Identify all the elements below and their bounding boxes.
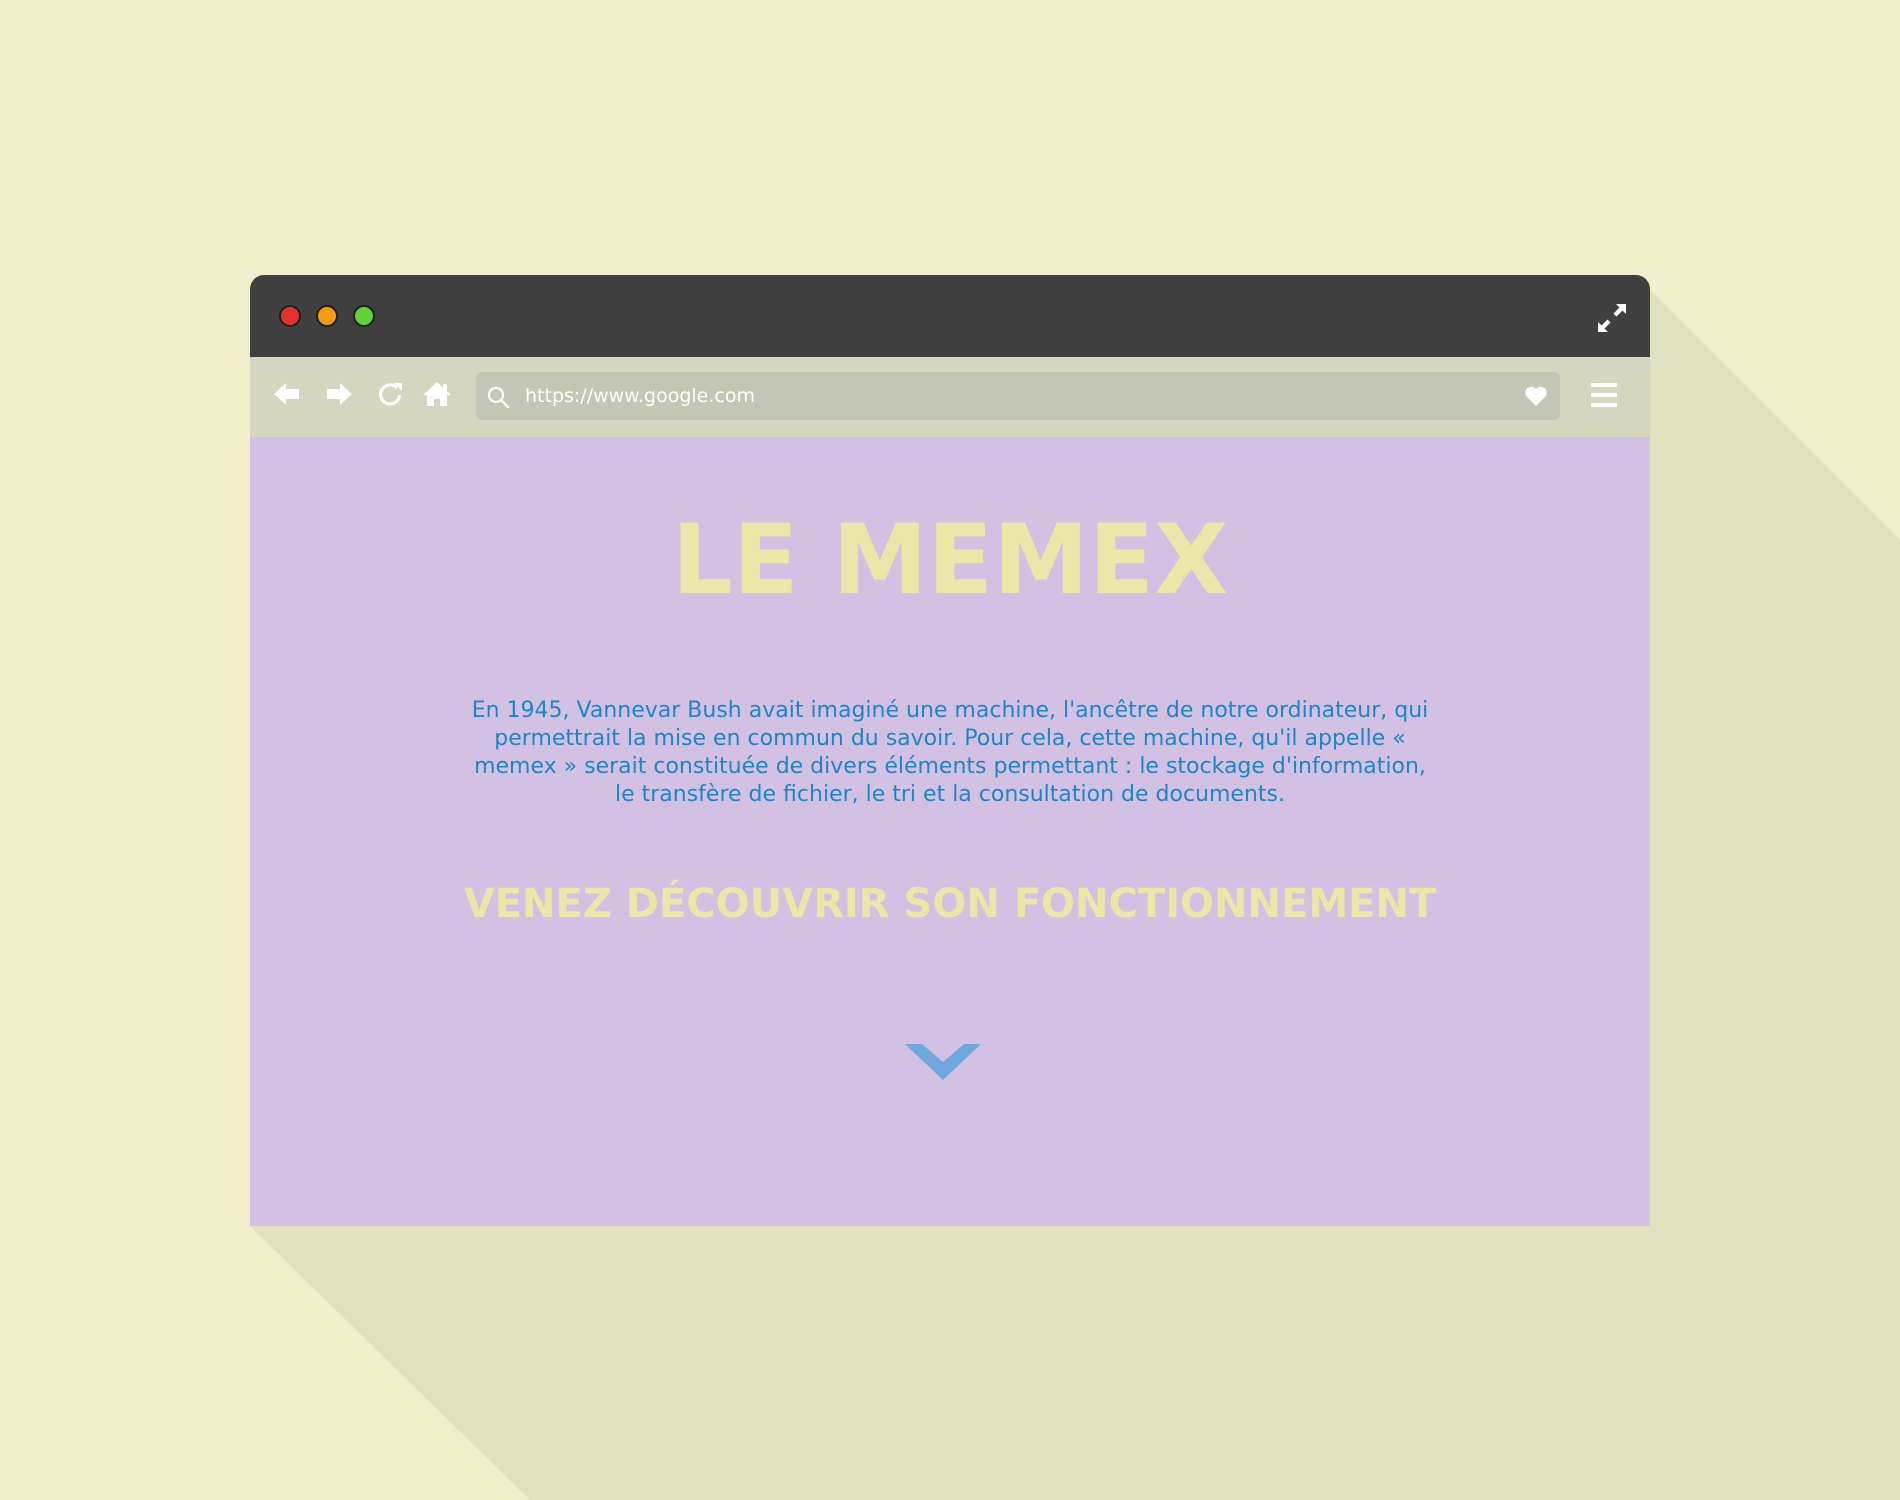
fullscreen-icon[interactable] bbox=[1596, 302, 1628, 334]
hamburger-menu-icon[interactable] bbox=[1590, 381, 1618, 409]
home-icon[interactable] bbox=[422, 379, 452, 409]
forward-arrow-icon[interactable] bbox=[324, 379, 354, 409]
discover-heading[interactable]: VENEZ DÉCOUVRIR SON FONCTIONNEMENT bbox=[250, 879, 1650, 929]
heart-icon[interactable] bbox=[1524, 385, 1548, 407]
back-arrow-icon[interactable] bbox=[272, 379, 302, 409]
minimize-window-button[interactable] bbox=[316, 305, 338, 327]
chevron-down-icon[interactable] bbox=[905, 1042, 981, 1082]
window-titlebar bbox=[250, 275, 1650, 357]
page-content: LE MEMEX En 1945, Vannevar Bush avait im… bbox=[250, 437, 1650, 1226]
maximize-window-button[interactable] bbox=[353, 305, 375, 327]
url-text: https://www.google.com bbox=[525, 385, 755, 407]
address-bar[interactable]: https://www.google.com bbox=[476, 372, 1560, 420]
page-title: LE MEMEX bbox=[671, 504, 1229, 616]
reload-icon[interactable] bbox=[375, 379, 405, 409]
browser-window: https://www.google.com LE MEMEX En 1945,… bbox=[250, 275, 1650, 1226]
browser-toolbar: https://www.google.com bbox=[250, 357, 1650, 437]
close-window-button[interactable] bbox=[279, 305, 301, 327]
search-icon bbox=[487, 386, 510, 409]
intro-paragraph: En 1945, Vannevar Bush avait imaginé une… bbox=[471, 698, 1429, 807]
